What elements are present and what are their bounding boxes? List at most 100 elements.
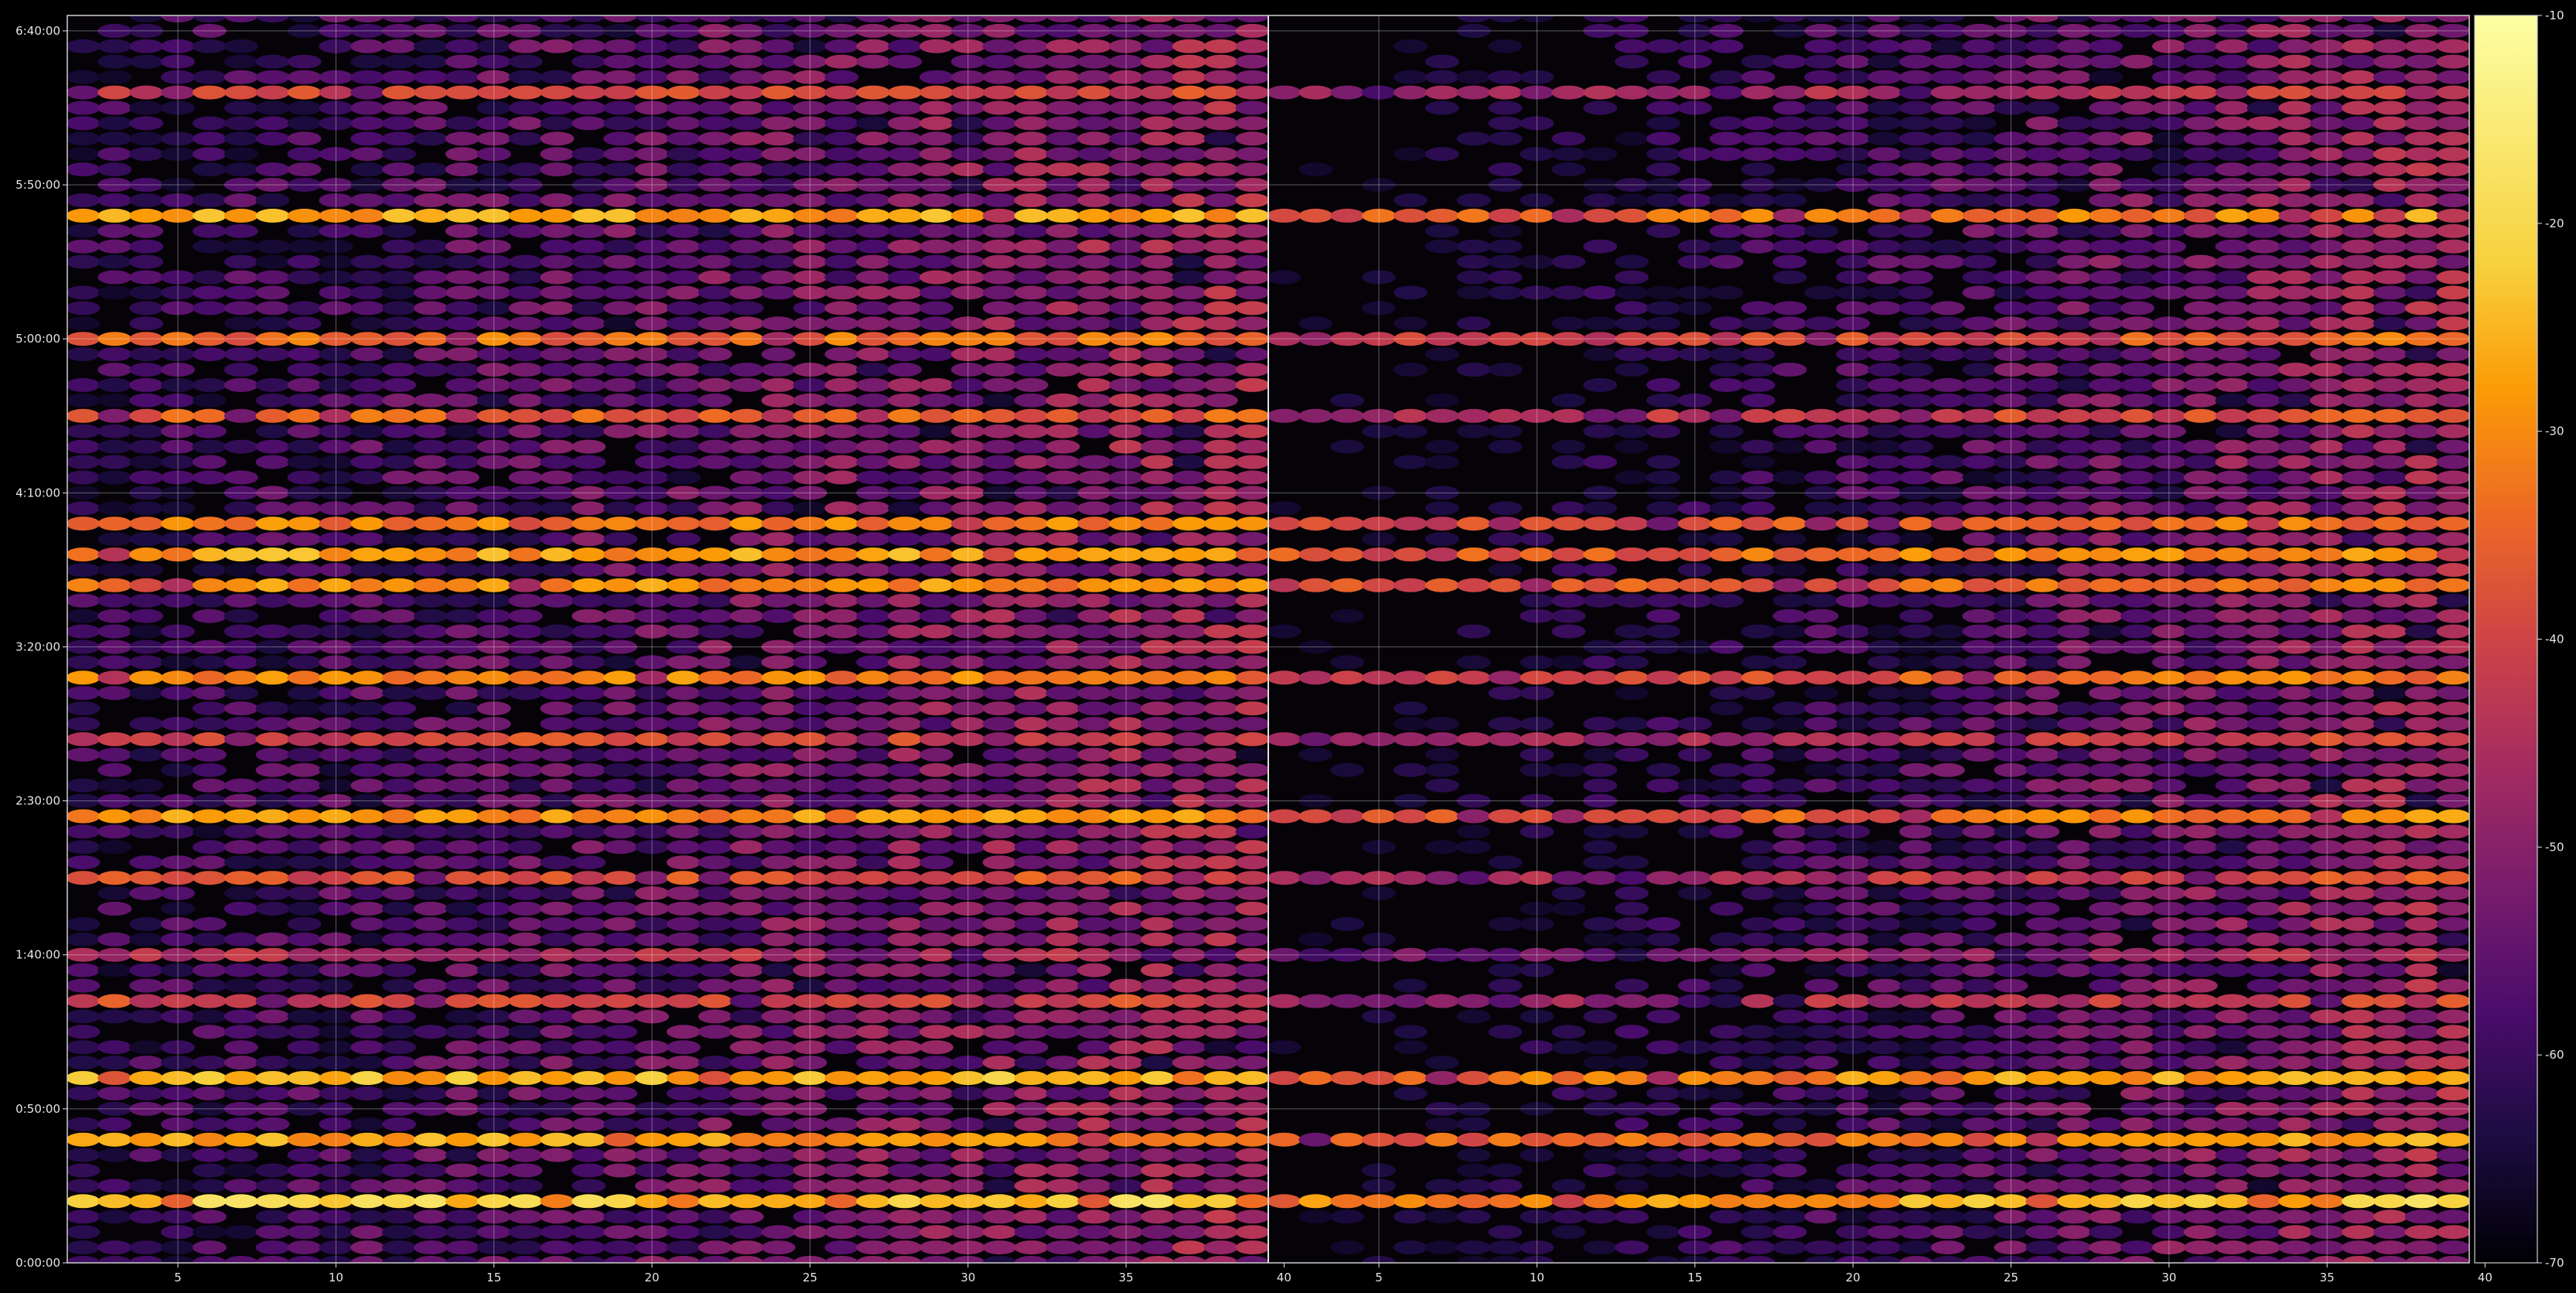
heatmap-cell — [2342, 363, 2376, 377]
heatmap-cell — [540, 455, 575, 469]
heatmap-cell — [540, 701, 575, 716]
heatmap-cell — [1393, 316, 1428, 331]
heatmap-cell — [508, 978, 543, 993]
heatmap-cell — [1709, 439, 1744, 454]
heatmap-cell — [223, 131, 258, 146]
heatmap-cell — [666, 501, 701, 516]
heatmap-cell — [824, 747, 859, 762]
heatmap-cell — [761, 101, 796, 115]
heatmap-cell — [698, 670, 732, 685]
heatmap-cell — [67, 208, 101, 223]
heatmap-cell — [1235, 131, 1268, 146]
heatmap-cell — [2436, 994, 2469, 1008]
heatmap-cell — [919, 1025, 954, 1039]
heatmap-cell — [888, 532, 922, 547]
heatmap-cell — [129, 871, 164, 885]
heatmap-cell — [761, 39, 796, 53]
heatmap-cell — [255, 871, 290, 885]
heatmap-cell — [603, 548, 638, 561]
heatmap-cell — [856, 363, 891, 377]
heatmap-cell — [1203, 1009, 1238, 1024]
heatmap-cell — [97, 902, 132, 916]
heatmap-cell — [666, 424, 701, 438]
heatmap-cell — [571, 624, 606, 639]
heatmap-cell — [192, 824, 227, 839]
heatmap-cell — [888, 624, 922, 639]
heatmap-cell — [1203, 70, 1238, 84]
heatmap-cell — [2342, 532, 2376, 547]
heatmap-cell — [1615, 363, 1649, 377]
heatmap-cell — [2089, 840, 2123, 855]
heatmap-cell — [2025, 778, 2060, 793]
heatmap-cell — [982, 1009, 1017, 1024]
heatmap-cell — [856, 439, 891, 454]
heatmap-cell — [1930, 886, 1965, 901]
heatmap-cell — [2342, 701, 2376, 716]
heatmap-cell — [571, 517, 606, 531]
heatmap-cell — [1962, 902, 1997, 916]
heatmap-cell — [2215, 1225, 2250, 1240]
heatmap-cell — [192, 701, 227, 716]
heatmap-cell — [2373, 501, 2407, 516]
heatmap-cell — [2404, 470, 2439, 485]
heatmap-cell — [2215, 994, 2250, 1008]
heatmap-cell — [223, 193, 258, 207]
heatmap-cell — [571, 85, 606, 100]
heatmap-cell — [1046, 963, 1080, 977]
heatmap-cell — [856, 408, 891, 423]
heatmap-cell — [1646, 670, 1680, 685]
heatmap-cell — [1141, 347, 1175, 362]
heatmap-cell — [666, 270, 701, 285]
heatmap-cell — [255, 778, 290, 793]
heatmap-cell — [1330, 655, 1365, 670]
heatmap-cell — [2436, 501, 2469, 516]
heatmap-cell — [2025, 1194, 2060, 1209]
heatmap-cell — [2404, 393, 2439, 408]
heatmap-cell — [729, 1163, 764, 1178]
heatmap-cell — [1077, 101, 1112, 115]
heatmap-cell — [1772, 301, 1807, 316]
heatmap-cell — [888, 470, 922, 485]
heatmap-cell — [445, 824, 479, 839]
heatmap-cell — [1962, 809, 1997, 824]
heatmap-cell — [1330, 809, 1365, 824]
heatmap-cell — [761, 732, 796, 746]
heatmap-cell — [1141, 824, 1175, 839]
heatmap-cell — [508, 1009, 543, 1024]
heatmap-cell — [888, 578, 922, 592]
heatmap-cell — [1867, 393, 1902, 408]
heatmap-cell — [1141, 131, 1175, 146]
heatmap-cell — [2404, 223, 2439, 238]
heatmap-cell — [287, 1087, 322, 1100]
heatmap-cell — [1268, 1071, 1302, 1085]
heatmap-cell — [2057, 270, 2092, 285]
heatmap-cell — [1203, 916, 1238, 931]
heatmap-cell — [2215, 932, 2250, 947]
heatmap-cell — [414, 778, 448, 793]
heatmap-cell — [382, 1163, 417, 1178]
heatmap-cell — [824, 1117, 859, 1131]
heatmap-cell — [571, 254, 606, 269]
heatmap-cell — [414, 624, 448, 639]
heatmap-cell — [97, 377, 132, 392]
heatmap-cell — [1046, 116, 1080, 131]
heatmap-cell — [414, 162, 448, 177]
heatmap-cell — [761, 85, 796, 100]
heatmap-cell — [2342, 609, 2376, 623]
heatmap-cell — [888, 39, 922, 53]
heatmap-cell — [1930, 701, 1965, 716]
heatmap-cell — [666, 840, 701, 855]
heatmap-cell — [2183, 377, 2218, 392]
heatmap-cell — [761, 254, 796, 269]
heatmap-cell — [414, 670, 448, 685]
heatmap-cell — [445, 532, 479, 547]
heatmap-cell — [540, 548, 575, 561]
heatmap-cell — [1709, 994, 1744, 1008]
heatmap-cell — [1804, 932, 1839, 947]
heatmap-cell — [1488, 994, 1523, 1008]
heatmap-cell — [824, 301, 859, 316]
heatmap-cell — [1077, 239, 1112, 254]
heatmap-cell — [2120, 223, 2155, 238]
heatmap-cell — [666, 1117, 701, 1131]
heatmap-cell — [2215, 732, 2250, 746]
